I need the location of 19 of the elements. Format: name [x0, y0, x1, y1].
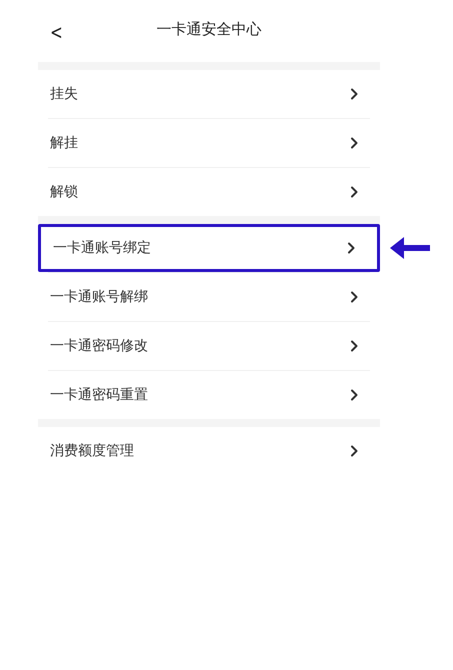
chevron-right-icon	[350, 389, 358, 401]
chevron-right-icon	[350, 445, 358, 457]
chevron-right-icon	[350, 88, 358, 100]
menu-item[interactable]: 解挂	[38, 119, 380, 167]
arrow-left-icon	[390, 237, 430, 259]
menu-item[interactable]: 一卡通账号绑定	[38, 224, 380, 272]
menu-item[interactable]: 消费额度管理	[38, 427, 380, 475]
chevron-right-icon	[350, 186, 358, 198]
chevron-right-icon	[350, 291, 358, 303]
back-button[interactable]: <	[50, 22, 63, 42]
page-title: 一卡通安全中心	[156, 18, 262, 40]
menu-item[interactable]: 一卡通密码重置	[38, 371, 380, 419]
chevron-right-icon	[350, 137, 358, 149]
chevron-right-icon	[347, 242, 355, 254]
menu-item[interactable]: 解锁	[38, 168, 380, 216]
menu-item[interactable]: 一卡通账号解绑	[38, 273, 380, 321]
menu-item[interactable]: 一卡通密码修改	[38, 322, 380, 370]
chevron-right-icon	[350, 340, 358, 352]
menu-item[interactable]: 挂失	[38, 70, 380, 118]
